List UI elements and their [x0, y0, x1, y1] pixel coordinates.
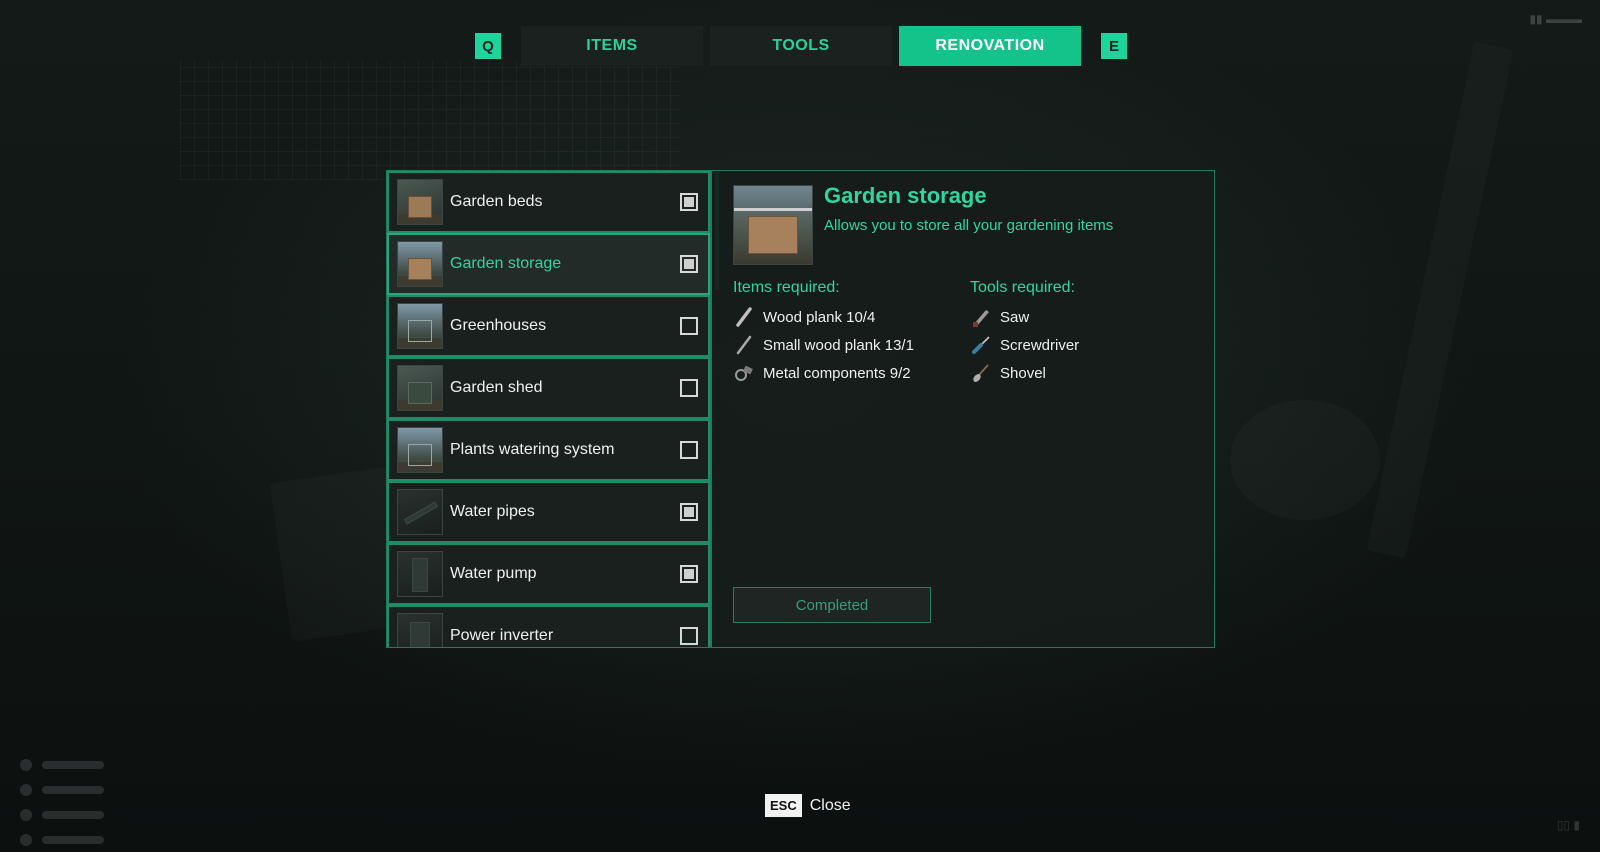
background-pegboard	[180, 60, 680, 180]
shovel-icon	[970, 362, 992, 384]
required-tool: Screwdriver	[970, 331, 1079, 359]
list-item-label: Greenhouses	[450, 317, 547, 334]
wood-plank-icon	[733, 306, 755, 328]
garden-shed-thumbnail	[397, 365, 443, 411]
garden-beds-thumbnail	[397, 179, 443, 225]
required-item-label: Wood plank 10/4	[763, 308, 876, 326]
completion-checkbox	[680, 503, 698, 521]
saw-icon	[970, 306, 992, 328]
small-wood-plank-icon	[733, 334, 755, 356]
completion-checkbox	[680, 255, 698, 273]
completion-checkbox	[680, 627, 698, 645]
tools-required-section: Tools required: Saw Screwdriver Shovel	[970, 279, 1079, 387]
tools-required-heading: Tools required:	[970, 279, 1075, 296]
list-item-label: Plants watering system	[450, 441, 615, 458]
list-item-label: Garden storage	[450, 255, 562, 272]
watering-system-thumbnail	[397, 427, 443, 473]
list-item-power-inverter[interactable]: Power inverter	[387, 605, 710, 647]
completion-checkbox	[680, 379, 698, 397]
items-required-section: Items required: Wood plank 10/4 Small wo…	[733, 279, 914, 387]
items-required-heading: Items required:	[733, 279, 840, 296]
required-item: Wood plank 10/4	[733, 303, 914, 331]
required-tool: Saw	[970, 303, 1079, 331]
hud-key-hints	[20, 752, 104, 852]
required-item-label: Small wood plank 13/1	[763, 336, 914, 354]
hud-corner-indicator: ▯▯ ▮	[1556, 818, 1580, 832]
list-item-label: Water pump	[450, 565, 537, 582]
list-item-label: Garden shed	[450, 379, 543, 396]
esc-key-badge[interactable]: ESC	[765, 794, 802, 817]
tab-renovation[interactable]: RENOVATION	[899, 26, 1081, 66]
screwdriver-icon	[970, 334, 992, 356]
renovation-list: Garden beds Garden storage Greenhouses G…	[386, 170, 711, 648]
tab-tools[interactable]: TOOLS	[710, 26, 892, 66]
list-item-label: Water pipes	[450, 503, 535, 520]
completed-status-button[interactable]: Completed	[733, 587, 931, 623]
required-tool-label: Saw	[1000, 308, 1030, 326]
detail-description: Allows you to store all your gardening i…	[824, 217, 1114, 234]
water-pump-thumbnail	[397, 551, 443, 597]
required-tool: Shovel	[970, 359, 1079, 387]
background-object	[1230, 400, 1380, 520]
list-item-plants-watering-system[interactable]: Plants watering system	[387, 419, 710, 481]
detail-title: Garden storage	[824, 183, 987, 208]
completion-checkbox	[680, 317, 698, 335]
water-pipes-thumbnail	[397, 489, 443, 535]
list-item-garden-storage[interactable]: Garden storage	[387, 233, 710, 295]
list-item-greenhouses[interactable]: Greenhouses	[387, 295, 710, 357]
garden-storage-thumbnail	[397, 241, 443, 287]
power-inverter-thumbnail	[397, 613, 443, 647]
corner-status-indicator: ▮▮ ▬▬▬	[1529, 12, 1582, 26]
required-item-label: Metal components 9/2	[763, 364, 911, 382]
close-label[interactable]: Close	[810, 797, 851, 815]
list-item-garden-beds[interactable]: Garden beds	[387, 171, 710, 233]
background-object	[1366, 42, 1513, 559]
garden-storage-preview-image	[733, 185, 813, 265]
list-item-label: Power inverter	[450, 627, 554, 644]
tab-items[interactable]: ITEMS	[521, 26, 703, 66]
metal-components-icon	[733, 362, 755, 384]
list-item-garden-shed[interactable]: Garden shed	[387, 357, 710, 419]
list-item-water-pump[interactable]: Water pump	[387, 543, 710, 605]
required-item: Small wood plank 13/1	[733, 331, 914, 359]
required-item: Metal components 9/2	[733, 359, 914, 387]
next-tab-key-hint[interactable]: E	[1101, 33, 1127, 59]
required-tool-label: Shovel	[1000, 364, 1046, 382]
completion-checkbox	[680, 193, 698, 211]
list-item-label: Garden beds	[450, 193, 543, 210]
completion-checkbox	[680, 565, 698, 583]
close-hint[interactable]: ESC Close	[765, 794, 851, 817]
list-item-water-pipes[interactable]: Water pipes	[387, 481, 710, 543]
completion-checkbox	[680, 441, 698, 459]
renovation-detail-panel: Garden storage Allows you to store all y…	[711, 170, 1215, 648]
prev-tab-key-hint[interactable]: Q	[475, 33, 501, 59]
greenhouses-thumbnail	[397, 303, 443, 349]
category-tab-bar: Q ITEMS TOOLS RENOVATION E	[475, 26, 1127, 66]
required-tool-label: Screwdriver	[1000, 336, 1080, 354]
